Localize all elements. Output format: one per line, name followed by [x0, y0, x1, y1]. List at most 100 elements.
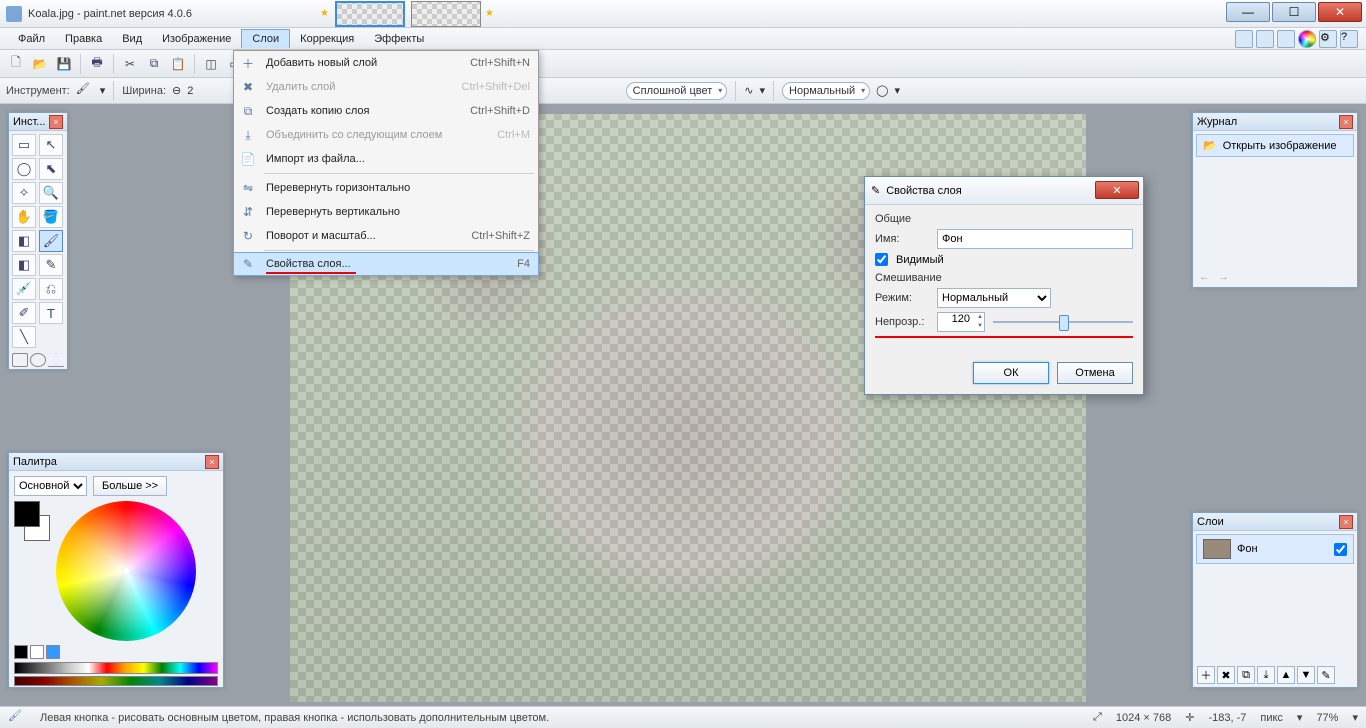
menu-item[interactable]: ＋Добавить новый слойCtrl+Shift+N: [234, 51, 538, 75]
pencil-tool[interactable]: ✎: [39, 254, 63, 276]
antialias-icon[interactable]: ◯: [876, 84, 888, 97]
pan-tool[interactable]: ✋: [12, 206, 36, 228]
layer-visible-checkbox[interactable]: [1334, 543, 1347, 556]
new-file-icon[interactable]: 🗋: [6, 54, 26, 74]
tools-toggle-icon[interactable]: [1235, 30, 1253, 48]
menu-item[interactable]: ⧉Создать копию слояCtrl+Shift+D: [234, 99, 538, 123]
menu-image[interactable]: Изображение: [152, 30, 241, 48]
layer-add-icon[interactable]: ＋: [1197, 666, 1215, 684]
menu-file[interactable]: Файл: [8, 30, 55, 48]
swatch[interactable]: [14, 645, 28, 659]
cancel-button[interactable]: Отмена: [1057, 362, 1133, 384]
blend-mode-select[interactable]: Нормальный: [937, 288, 1051, 308]
titlebar: Koala.jpg - paint.net версия 4.0.6 ★ ★ —…: [0, 0, 1366, 28]
history-item[interactable]: 📂 Открыть изображение: [1196, 134, 1354, 157]
history-toggle-icon[interactable]: [1256, 30, 1274, 48]
line-tool[interactable]: ╲: [12, 326, 36, 348]
primary-color-swatch[interactable]: [14, 501, 40, 527]
brush-tool[interactable]: 🖌: [39, 230, 63, 252]
lasso-tool[interactable]: ◯: [12, 158, 36, 180]
thumbnail[interactable]: [411, 1, 481, 27]
panel-close-icon[interactable]: ×: [49, 115, 63, 129]
minimize-button[interactable]: —: [1226, 2, 1270, 22]
cut-icon[interactable]: ✂: [120, 54, 140, 74]
color-wheel[interactable]: [56, 501, 196, 641]
move-selection-tool[interactable]: ⬉: [39, 158, 63, 180]
status-zoom[interactable]: 77%: [1316, 712, 1338, 724]
layer-down-icon[interactable]: ▼: [1297, 666, 1315, 684]
status-pos: -183, -7: [1208, 712, 1246, 724]
width-label: Ширина:: [122, 85, 166, 97]
fill-dropdown[interactable]: Сплошной цвет: [626, 82, 728, 100]
opacity-slider[interactable]: [993, 312, 1133, 332]
opacity-input[interactable]: 120: [937, 312, 985, 332]
paste-icon[interactable]: 📋: [168, 54, 188, 74]
colors-toggle-icon[interactable]: [1298, 30, 1316, 48]
layers-toggle-icon[interactable]: [1277, 30, 1295, 48]
settings-icon[interactable]: ⚙: [1319, 30, 1337, 48]
eraser-tool[interactable]: ◧: [12, 254, 36, 276]
menu-item[interactable]: 📄Импорт из файла...: [234, 147, 538, 171]
crop-icon[interactable]: ◫: [201, 54, 221, 74]
maximize-button[interactable]: ☐: [1272, 2, 1316, 22]
help-icon[interactable]: ?: [1340, 30, 1358, 48]
width-minus[interactable]: ⊖: [172, 84, 181, 97]
open-file-icon[interactable]: 📂: [30, 54, 50, 74]
brush-icon[interactable]: 🖌: [76, 82, 94, 100]
section-general: Общие: [875, 213, 1133, 225]
picker-tool[interactable]: 💉: [12, 278, 36, 300]
layer-duplicate-icon[interactable]: ⧉: [1237, 666, 1255, 684]
text-tool[interactable]: T: [39, 302, 63, 324]
panel-close-icon[interactable]: ×: [1339, 115, 1353, 129]
swatch[interactable]: [30, 645, 44, 659]
menu-item[interactable]: ⇋Перевернуть горизонтально: [234, 176, 538, 200]
color-strip-dark[interactable]: [14, 676, 218, 686]
panel-close-icon[interactable]: ×: [1339, 515, 1353, 529]
layer-name-input[interactable]: [937, 229, 1133, 249]
gradient-tool[interactable]: ◧: [12, 230, 36, 252]
history-back-icon[interactable]: ←: [1199, 271, 1210, 283]
menu-view[interactable]: Вид: [112, 30, 152, 48]
history-forward-icon[interactable]: →: [1218, 271, 1229, 283]
move-tool[interactable]: ↖: [39, 134, 63, 156]
panel-close-icon[interactable]: ×: [205, 455, 219, 469]
wand-tool[interactable]: ✧: [12, 182, 36, 204]
layer-item[interactable]: Фон: [1196, 534, 1354, 564]
blend-dropdown[interactable]: Нормальный: [782, 82, 870, 100]
curve-icon[interactable]: ∿: [744, 84, 753, 97]
print-icon[interactable]: 🖶: [87, 54, 107, 74]
menu-edit[interactable]: Правка: [55, 30, 112, 48]
layer-merge-icon[interactable]: ⤓: [1257, 666, 1275, 684]
layer-delete-icon[interactable]: ✖: [1217, 666, 1235, 684]
save-icon[interactable]: 💾: [54, 54, 74, 74]
close-button[interactable]: ✕: [1318, 2, 1362, 22]
menu-item[interactable]: ↻Поворот и масштаб...Ctrl+Shift+Z: [234, 224, 538, 248]
palette-more-button[interactable]: Больше >>: [93, 476, 167, 496]
menu-adjustments[interactable]: Коррекция: [290, 30, 364, 48]
shape-ellipse-icon[interactable]: [30, 353, 46, 367]
menu-layers[interactable]: Слои: [241, 29, 290, 48]
clone-tool[interactable]: ⎌: [39, 278, 63, 300]
width-value[interactable]: 2: [187, 85, 193, 97]
menu-item[interactable]: ⇵Перевернуть вертикально: [234, 200, 538, 224]
ok-button[interactable]: ОК: [973, 362, 1049, 384]
rect-select-tool[interactable]: ▭: [12, 134, 36, 156]
recolor-tool[interactable]: ✐: [12, 302, 36, 324]
status-units[interactable]: пикс: [1260, 712, 1283, 724]
layer-up-icon[interactable]: ▲: [1277, 666, 1295, 684]
visible-checkbox[interactable]: [875, 253, 888, 266]
copy-icon[interactable]: ⧉: [144, 54, 164, 74]
menu-item[interactable]: ✎Свойства слоя...F4: [233, 252, 539, 276]
menu-effects[interactable]: Эффекты: [364, 30, 434, 48]
shape-triangle-icon[interactable]: [48, 353, 64, 367]
layer-props-icon[interactable]: ✎: [1317, 666, 1335, 684]
zoom-tool[interactable]: 🔍: [39, 182, 63, 204]
dialog-close-button[interactable]: ✕: [1095, 181, 1139, 199]
palette-mode-select[interactable]: Основной: [14, 476, 87, 496]
utility-icons: ⚙ ?: [1235, 30, 1358, 48]
color-strip[interactable]: [14, 662, 218, 674]
thumbnail-active[interactable]: [335, 1, 405, 27]
shape-rect-icon[interactable]: [12, 353, 28, 367]
fill-tool[interactable]: 🪣: [39, 206, 63, 228]
swatch[interactable]: [46, 645, 60, 659]
